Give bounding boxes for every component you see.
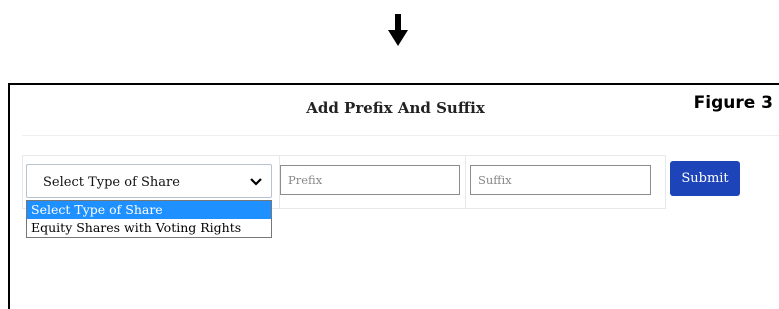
prefix-suffix-panel: Add Prefix And Suffix Figure 3 Select Ty… <box>8 83 779 309</box>
dropdown-option[interactable]: Equity Shares with Voting Rights <box>27 219 271 237</box>
submit-button[interactable]: Submit <box>670 161 740 196</box>
share-type-select-value: Select Type of Share <box>43 175 180 190</box>
column-separator <box>465 156 466 208</box>
suffix-input[interactable] <box>470 165 651 195</box>
down-arrow-icon <box>388 14 408 46</box>
share-type-dropdown: Select Type of Share Equity Shares with … <box>26 200 272 238</box>
figure-label: Figure 3 <box>693 93 773 113</box>
chevron-down-icon <box>250 178 262 186</box>
dropdown-option[interactable]: Select Type of Share <box>27 201 271 219</box>
divider <box>22 135 779 136</box>
prefix-input[interactable] <box>280 165 460 195</box>
share-type-select[interactable]: Select Type of Share <box>26 164 272 198</box>
panel-title: Add Prefix And Suffix <box>306 99 485 117</box>
